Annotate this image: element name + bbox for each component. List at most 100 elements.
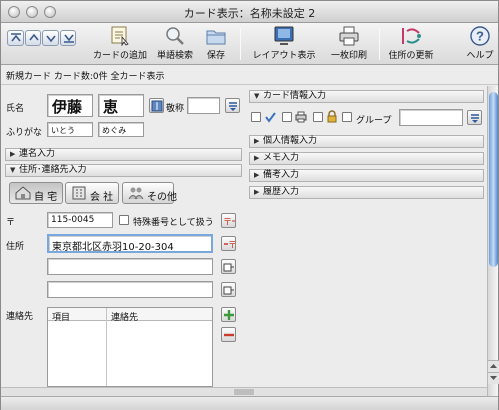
help-label: ヘルプ	[466, 51, 494, 61]
update-address-button[interactable]: 住所の更新	[386, 23, 436, 65]
other-address-tab[interactable]: その他	[122, 182, 177, 204]
card-status-bar: 新規カード カード数:0件 全カード表示	[1, 65, 498, 85]
disclosure-closed-icon: ▶	[10, 150, 16, 158]
honorific-menu-button[interactable]	[225, 98, 240, 113]
group-field[interactable]	[399, 109, 463, 126]
history-section[interactable]: ▶ 履歴入力	[249, 186, 484, 199]
disclosure-open-icon: ▼	[254, 92, 260, 100]
remove-contact-button[interactable]	[221, 327, 236, 342]
postal-to-address-button[interactable]: 〒	[221, 213, 236, 228]
card-info-section[interactable]: ▼ カード情報入力	[249, 90, 484, 103]
card-navigation	[7, 30, 77, 48]
special-number-label: 特殊番号として扱う	[133, 218, 214, 228]
building-arrow-icon	[223, 286, 234, 295]
address-update-icon	[402, 28, 421, 44]
card-status-text: 新規カード カード数:0件 全カード表示	[6, 72, 165, 82]
scroll-thumb[interactable]	[489, 92, 498, 267]
add-contact-button[interactable]	[221, 307, 236, 322]
furigana-given-field[interactable]: めぐみ	[98, 122, 144, 137]
add-card-button[interactable]: カードの追加	[89, 23, 151, 65]
window-title: カード表示：名称未設定 2	[183, 7, 316, 20]
home-tab-label: 自 宅	[34, 192, 58, 203]
given-name-field[interactable]: 恵	[98, 94, 144, 117]
address-label: 住所	[6, 242, 25, 252]
address-line2-field[interactable]	[47, 258, 213, 275]
word-search-button[interactable]: 単語検索	[154, 23, 196, 65]
save-button[interactable]: 保存	[200, 23, 232, 65]
card-window: カード表示：名称未設定 2 カードの追加 単語検索 保存 レイアウト表示 一枚印…	[0, 0, 499, 410]
scroll-up-arrow-icon	[490, 364, 497, 368]
building-arrow-icon	[223, 263, 234, 272]
column-header-contact[interactable]: 連絡先	[111, 310, 138, 323]
furigana-label: ふりがな	[6, 128, 43, 138]
home-address-tab[interactable]: 自 宅	[9, 182, 63, 204]
svg-text:〒: 〒	[223, 218, 232, 227]
special-number-checkbox[interactable]	[119, 215, 129, 225]
scroll-up-button[interactable]	[488, 360, 499, 372]
address-section[interactable]: ▼ 住所･連絡先入力	[5, 164, 242, 177]
memo-section[interactable]: ▶ メモ入力	[249, 152, 484, 165]
contacts-table-header: 項目 連絡先	[48, 308, 212, 323]
book-icon	[151, 100, 163, 112]
disclosure-closed-icon: ▶	[254, 171, 260, 179]
previous-card-button[interactable]	[24, 30, 41, 46]
personal-info-section[interactable]: ▶ 個人情報入力	[249, 135, 484, 148]
address-line2-button[interactable]	[221, 259, 236, 274]
bottom-bar	[1, 396, 498, 410]
people-icon	[128, 187, 144, 200]
first-card-button[interactable]	[7, 30, 24, 46]
family-name-field[interactable]: 伊藤	[47, 94, 93, 117]
vertical-scrollbar[interactable]	[487, 86, 499, 396]
card-info-section-label: カード情報入力	[263, 91, 327, 101]
minus-icon	[224, 333, 234, 337]
update-address-label: 住所の更新	[388, 51, 434, 61]
joint-name-section[interactable]: ▶ 連名入力	[5, 148, 242, 161]
list-menu-icon	[471, 114, 479, 123]
help-button[interactable]: ? ヘルプ	[464, 23, 496, 65]
work-tab-label: 会 社	[90, 192, 114, 203]
check-flag-checkbox[interactable]	[251, 112, 261, 122]
home-icon	[15, 186, 31, 200]
toolbar-separator	[240, 28, 241, 60]
layout-view-button[interactable]: レイアウト表示	[249, 23, 319, 65]
work-address-tab[interactable]: 会 社	[65, 182, 119, 204]
next-card-button[interactable]	[42, 30, 59, 46]
disclosure-closed-icon: ▶	[254, 154, 260, 162]
list-menu-icon	[229, 102, 237, 111]
postal-mark-label: 〒	[6, 218, 16, 228]
group-menu-button[interactable]	[467, 110, 482, 125]
column-divider	[106, 308, 107, 386]
personal-info-section-label: 個人情報入力	[263, 136, 318, 146]
last-arrow-icon	[63, 34, 74, 43]
layout-view-label: レイアウト表示	[252, 51, 316, 61]
print-flag-checkbox[interactable]	[282, 112, 292, 122]
address-line3-field[interactable]	[47, 281, 213, 298]
monitor-icon	[274, 26, 294, 45]
office-building-icon	[72, 186, 86, 200]
checkmark-icon	[265, 112, 276, 123]
magnifier-icon	[166, 27, 184, 45]
scroll-down-button[interactable]	[488, 372, 499, 384]
address-to-postal-button[interactable]: 〒	[221, 236, 236, 251]
lock-icon	[327, 110, 337, 123]
name-dictionary-button[interactable]	[149, 98, 164, 113]
disclosure-closed-icon: ▶	[254, 137, 260, 145]
toolbar-separator	[379, 28, 380, 60]
honorific-field[interactable]	[187, 97, 220, 114]
pane-resize-grip[interactable]	[1, 387, 487, 396]
column-header-item[interactable]: 項目	[52, 310, 70, 323]
address-section-label: 住所･連絡先入力	[19, 165, 87, 175]
printer-icon	[339, 26, 359, 46]
notes-section[interactable]: ▶ 備考入力	[249, 169, 484, 182]
furigana-family-field[interactable]: いとう	[47, 122, 93, 137]
other-tab-label: その他	[147, 192, 177, 203]
postal-arrow-icon: 〒	[223, 218, 235, 227]
print-one-button[interactable]: 一枚印刷	[325, 23, 373, 65]
lock-flag-checkbox[interactable]	[313, 112, 323, 122]
postal-code-field[interactable]: 115-0045	[47, 212, 113, 228]
address-line3-button[interactable]	[221, 282, 236, 297]
address-line1-field[interactable]: 東京都北区赤羽10-20-304	[47, 234, 213, 253]
contacts-table[interactable]: 項目 連絡先	[47, 307, 213, 387]
last-card-button[interactable]	[59, 30, 76, 46]
group-checkbox[interactable]	[342, 112, 352, 122]
